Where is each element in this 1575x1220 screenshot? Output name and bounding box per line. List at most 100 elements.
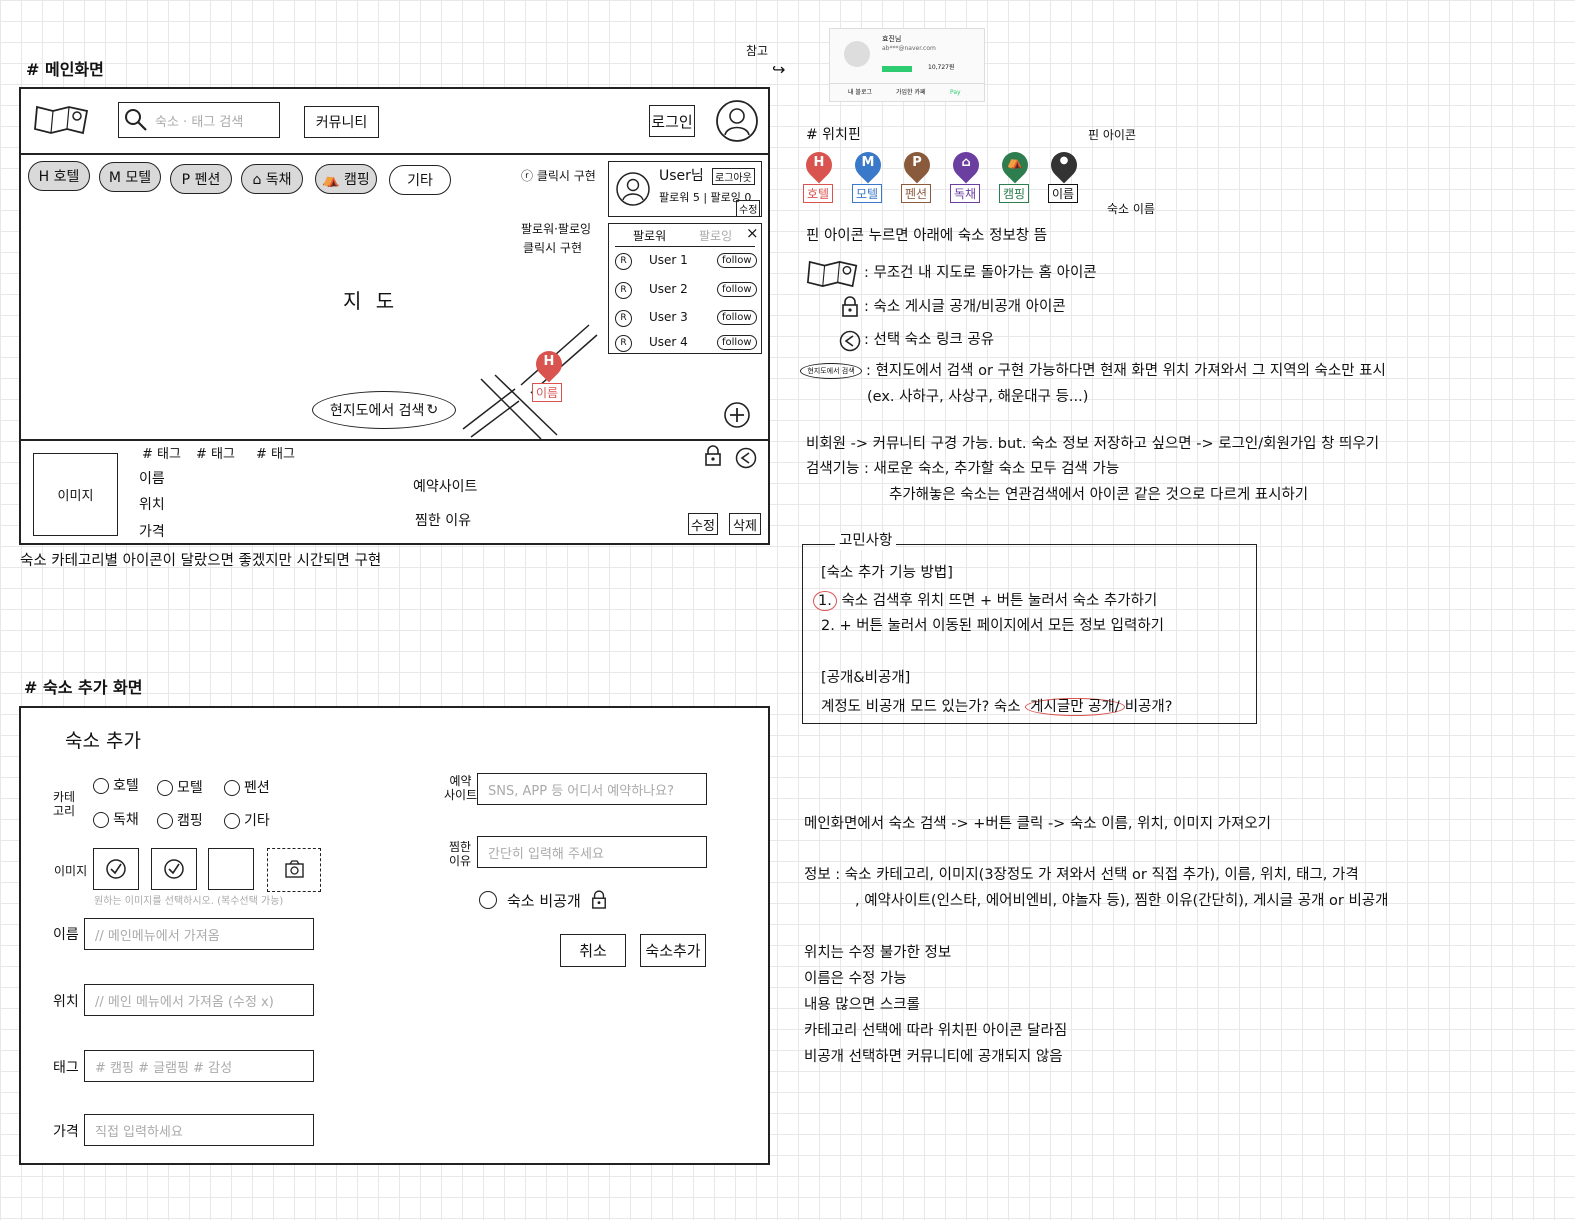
detail-panel: 이미지 # 태그 # 태그 # 태그 이름 위치 가격 예약사이트 찜한 이유 … — [21, 439, 768, 545]
note-member: 비회원 -> 커뮤니티 구경 가능. but. 숙소 정보 저장하고 싶으면 -… — [806, 436, 1380, 452]
radio-house[interactable] — [93, 812, 109, 828]
category-camping[interactable]: ⛺ 캠핑 — [315, 164, 377, 194]
private-radio[interactable] — [479, 891, 497, 909]
bottom-note: 메인화면에서 숙소 검색 -> +버튼 클릭 -> 숙소 이름, 위치, 이미지… — [804, 816, 1272, 832]
detail-tag[interactable]: # 태그 — [142, 447, 181, 463]
pin-pension-label: 펜션 — [901, 184, 932, 203]
search-here-mini-icon: 현지도에서 검색 — [800, 363, 862, 379]
private-label: 숙소 비공개 — [507, 892, 581, 910]
map-label: 지 도 — [343, 289, 399, 313]
radio-hotel-label: 호텔 — [113, 778, 139, 794]
home-map-icon[interactable] — [33, 103, 91, 137]
pin-hotel-letter: H — [813, 155, 825, 170]
radio-camping[interactable] — [157, 813, 173, 829]
tab-following[interactable]: 팔로잉 — [699, 229, 732, 243]
reference-email: ab***@naver.com — [882, 45, 936, 52]
follow-row: R User 4 follow — [615, 335, 757, 355]
pin-pension-letter: P — [912, 155, 922, 170]
pins-title: # 위치핀 — [806, 127, 861, 143]
bottom-note: 카테고리 선택에 따라 위치핀 아이콘 달라짐 — [804, 1023, 1068, 1039]
detail-tag[interactable]: # 태그 — [256, 447, 295, 463]
add-plus-icon[interactable] — [723, 401, 751, 429]
note-search-here-example: (ex. 사하구, 사상구, 해운대구 등...) — [867, 389, 1089, 405]
radio-house-label: 독채 — [113, 812, 139, 828]
radio-pension[interactable] — [224, 780, 240, 796]
pin-camping-label: 캠핑 — [999, 184, 1030, 203]
detail-edit-button[interactable]: 수정 — [688, 513, 718, 535]
follow-user-name: User 3 — [649, 310, 688, 324]
concerns-heading-2: [공개&비공개] — [821, 670, 911, 686]
search-here-button[interactable]: 현지도에서 검색 ↻ — [312, 391, 456, 429]
reference-arrow: ↪ — [772, 60, 786, 79]
lock-icon[interactable] — [704, 445, 722, 467]
detail-name: 이름 — [139, 471, 165, 487]
category-motel[interactable]: M 모텔 — [99, 162, 161, 192]
add-screen-frame: 숙소 추가 카테 고리 호텔 모텔 펜션 독채 캠핑 기타 이미지 원하는 이미… — [19, 706, 770, 1165]
home-map-icon — [806, 260, 858, 288]
concerns-heading-1: [숙소 추가 기능 방법] — [821, 565, 953, 581]
follow-user-name: User 2 — [649, 282, 688, 296]
category-hotel[interactable]: H 호텔 — [28, 161, 90, 191]
detail-delete-button[interactable]: 삭제 — [729, 513, 761, 535]
follow-button[interactable]: follow — [717, 310, 757, 325]
logout-button[interactable]: 로그아웃 — [712, 168, 755, 185]
bottom-note: 위치는 수정 불가한 정보 — [804, 945, 952, 961]
concerns-item-1: 1. 숙소 검색후 위치 뜨면 + 버튼 눌러서 숙소 추가하기 — [813, 589, 1157, 611]
user-name: User님 — [659, 168, 704, 184]
user-edit-button[interactable]: 수정 — [736, 200, 761, 217]
reference-cafe: 가입한 카페 — [896, 89, 926, 96]
concerns-item-1-text: 숙소 검색후 위치 뜨면 + 버튼 눌러서 숙소 추가하기 — [841, 593, 1158, 609]
note-search-2: 추가해놓은 숙소는 연관검색에서 아이콘 같은 것으로 다르게 표시하기 — [889, 487, 1309, 503]
follow-button[interactable]: follow — [717, 282, 757, 297]
image-option-2[interactable] — [151, 848, 197, 890]
cancel-button[interactable]: 취소 — [560, 934, 626, 967]
category-house[interactable]: ⌂ 독채 — [241, 164, 303, 194]
reason-input[interactable]: 간단히 입력해 주세요 — [477, 836, 707, 868]
image-option-3[interactable] — [208, 848, 254, 890]
pin-hotel-label: 호텔 — [803, 184, 834, 203]
tab-followers[interactable]: 팔로워 — [633, 229, 666, 243]
reference-name: 효진님 — [882, 35, 902, 43]
user-r-icon: R — [615, 282, 632, 299]
radio-motel[interactable] — [157, 780, 173, 796]
follow-panel-close[interactable]: × — [746, 224, 759, 242]
tag-input[interactable]: # 캠핑 # 글램핑 # 감성 — [84, 1050, 314, 1082]
community-button[interactable]: 커뮤니티 — [304, 106, 379, 138]
profile-avatar-icon[interactable] — [715, 99, 759, 143]
follow-row: R User 2 follow — [615, 281, 757, 303]
search-here-mini-label: 현지도에서 검색 — [807, 367, 855, 375]
bottom-note: 정보 : 숙소 카테고리, 이미지(3장정도 가 져와서 선택 or 직접 추가… — [804, 867, 1359, 883]
radio-hotel[interactable] — [93, 778, 109, 794]
map-marker-label[interactable]: 이름 — [532, 383, 563, 402]
price-input[interactable]: 직접 입력하세요 — [84, 1114, 314, 1146]
name-input[interactable]: // 메인메뉴에서 가져옴 — [84, 918, 314, 950]
detail-tag[interactable]: # 태그 — [196, 447, 235, 463]
bottom-note: 이름은 수정 가능 — [804, 971, 907, 987]
share-icon[interactable] — [735, 447, 757, 469]
category-pension[interactable]: P 펜션 — [170, 164, 232, 194]
login-button[interactable]: 로그인 — [649, 105, 695, 137]
add-submit-button[interactable]: 숙소추가 — [640, 934, 706, 967]
detail-price: 가격 — [139, 524, 165, 540]
pin-house-letter: ⌂ — [961, 155, 971, 170]
note-home-icon: : 무조건 내 지도로 돌아가는 홈 아이콘 — [864, 265, 1097, 281]
concerns-question-circled: 게시글만 공개/ — [1025, 698, 1125, 716]
category-etc[interactable]: 기타 — [389, 165, 451, 195]
booking-site-input[interactable]: SNS, APP 등 어디서 예약하나요? — [477, 773, 707, 805]
user-card: User님 로그아웃 팔로워 5 | 팔로잉 0 수정 — [608, 161, 762, 217]
radio-etc[interactable] — [224, 813, 240, 829]
search-input[interactable]: 숙소 · 태그 검색 — [118, 102, 280, 138]
main-footnote: 숙소 카테고리별 아이콘이 달랐으면 좋겠지만 시간되면 구현 — [20, 553, 382, 569]
tag-label: 태그 — [53, 1060, 79, 1076]
concerns-item-2: 2. + 버튼 눌러서 이동된 페이지에서 모든 정보 입력하기 — [821, 618, 1164, 634]
image-upload-button[interactable] — [267, 848, 321, 892]
follow-button[interactable]: follow — [717, 253, 757, 268]
reference-divider — [830, 83, 984, 84]
follow-button[interactable]: follow — [717, 335, 757, 350]
check-circle-icon — [164, 859, 184, 879]
location-input[interactable]: // 메인 메뉴에서 가져옴 (수정 x) — [84, 984, 314, 1016]
image-option-1[interactable] — [93, 848, 139, 890]
follow-user-name: User 4 — [649, 335, 688, 349]
add-screen-title: # 숙소 추가 화면 — [24, 678, 143, 697]
pin-camping-letter: ⛺ — [1006, 155, 1024, 170]
